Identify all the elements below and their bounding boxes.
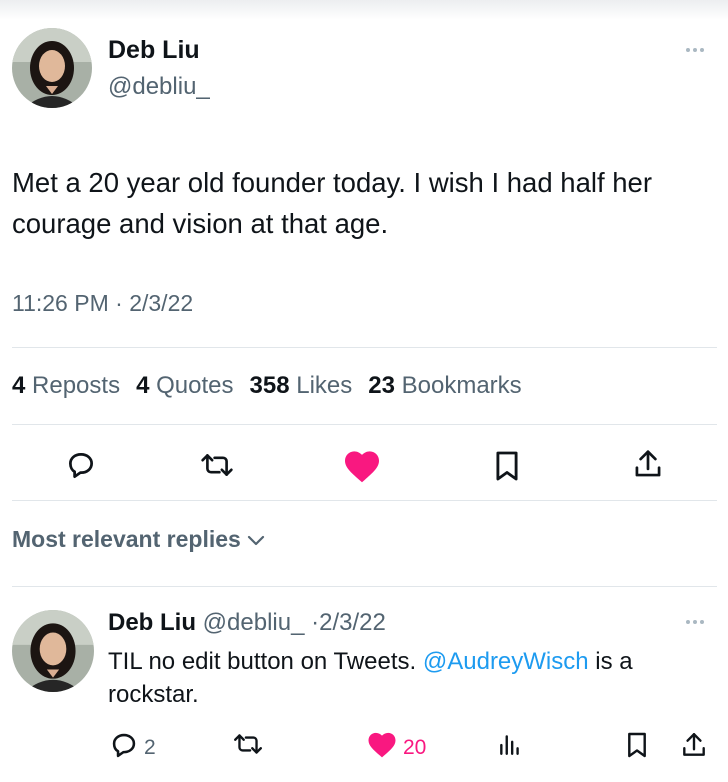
reply-separator: ·	[311, 609, 320, 636]
reply-date[interactable]: 2/3/22	[319, 609, 386, 636]
share-icon[interactable]	[633, 448, 663, 480]
share-icon	[681, 731, 707, 765]
bookmark-icon	[626, 731, 648, 765]
author-avatar[interactable]	[12, 28, 92, 108]
bookmarks-stat[interactable]: 23 Bookmarks	[368, 372, 521, 400]
reply-repost-button[interactable]	[232, 731, 264, 763]
likes-stat[interactable]: 358 Likes	[250, 372, 353, 400]
reposts-label: Reposts	[32, 372, 121, 399]
analytics-icon	[497, 731, 523, 763]
quotes-stat[interactable]: 4 Quotes	[136, 372, 233, 400]
reply-header: Deb Liu @debliu_ ·2/3/22	[108, 609, 386, 637]
bookmarks-label: Bookmarks	[401, 372, 522, 399]
engagement-stats: 4 Reposts 4 Quotes 358 Likes 23 Bookmark…	[12, 372, 522, 400]
bookmarks-count: 23	[368, 372, 395, 399]
sort-label: Most relevant replies	[12, 526, 241, 552]
reply-text-start: TIL no edit button on Tweets.	[108, 648, 423, 675]
like-count: 20	[403, 735, 427, 759]
bookmark-icon[interactable]	[494, 450, 520, 482]
author-handle[interactable]: @debliu_	[108, 73, 210, 101]
reply-icon	[110, 731, 138, 765]
divider	[12, 347, 717, 348]
reply-icon[interactable]	[66, 450, 96, 480]
chevron-down-icon	[247, 526, 265, 553]
tweet-text: Met a 20 year old founder today. I wish …	[12, 167, 653, 239]
quotes-label: Quotes	[156, 372, 234, 399]
reply-text: TIL no edit button on Tweets. @AudreyWis…	[108, 645, 718, 711]
divider	[12, 586, 717, 587]
reply-sort-dropdown[interactable]: Most relevant replies	[12, 526, 265, 553]
reply-bookmark-button[interactable]	[626, 731, 648, 765]
reply-share-button[interactable]	[681, 731, 707, 765]
reposts-stat[interactable]: 4 Reposts	[12, 372, 120, 400]
timestamp[interactable]: 11:26 PM · 2/3/22	[12, 290, 193, 317]
reply-reply-button[interactable]: 2	[110, 731, 156, 765]
reposts-count: 4	[12, 372, 26, 399]
tweet-date[interactable]: 2/3/22	[129, 290, 193, 316]
repost-icon[interactable]	[199, 450, 235, 480]
like-icon[interactable]	[343, 449, 381, 483]
like-icon	[367, 731, 397, 764]
likes-count: 358	[249, 372, 290, 399]
mention-link[interactable]: @AudreyWisch	[423, 648, 589, 675]
more-options-icon[interactable]	[686, 48, 704, 52]
reply-author-handle[interactable]: @debliu_	[203, 609, 305, 636]
quotes-count: 4	[136, 372, 150, 399]
time-separator: ·	[115, 290, 123, 316]
reply-like-button[interactable]: 20	[367, 731, 426, 764]
author-name[interactable]: Deb Liu	[108, 36, 200, 65]
reply-count: 2	[144, 736, 156, 759]
repost-icon	[232, 731, 264, 763]
likes-label: Likes	[296, 372, 353, 399]
reply-author-name[interactable]: Deb Liu	[108, 609, 196, 636]
reply-more-options-icon[interactable]	[686, 620, 704, 624]
reply-views-button[interactable]	[497, 731, 523, 763]
reply-author-avatar[interactable]	[12, 610, 94, 692]
divider	[12, 424, 717, 425]
tweet-time[interactable]: 11:26 PM	[12, 290, 109, 316]
divider	[12, 500, 717, 501]
top-bar	[0, 0, 728, 20]
